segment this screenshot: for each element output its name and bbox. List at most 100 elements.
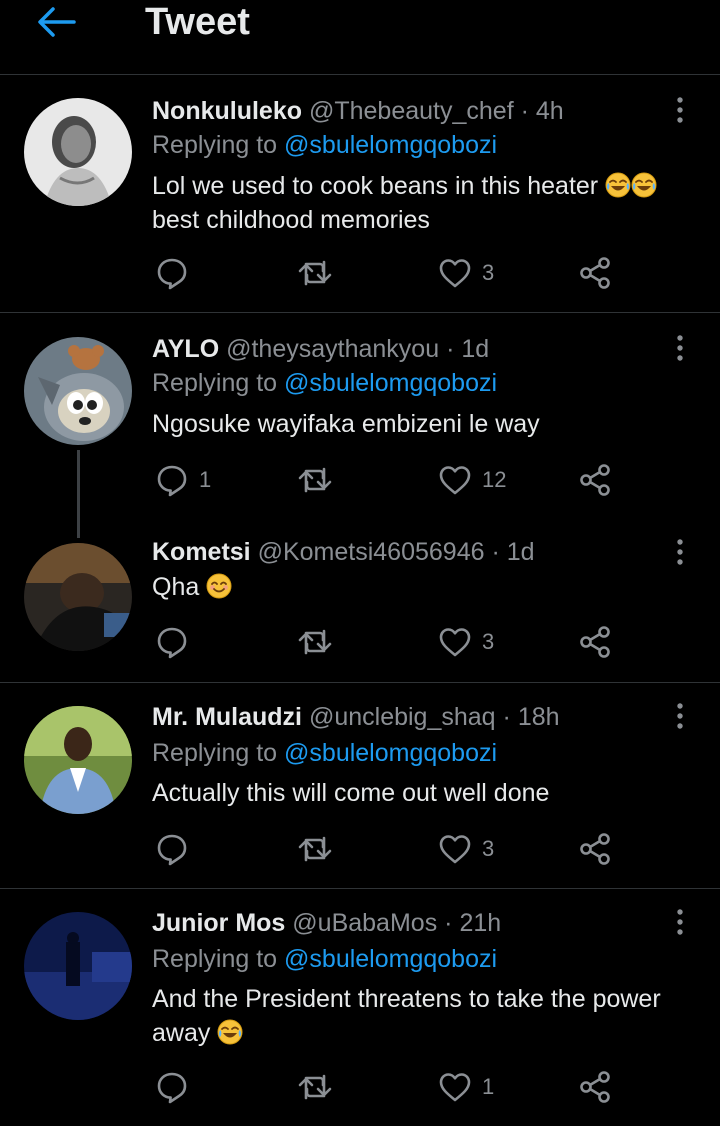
share-button[interactable] bbox=[578, 1067, 612, 1107]
retweet-icon bbox=[297, 832, 333, 866]
replying-to: Replying to @sbulelomgqobozi bbox=[152, 130, 497, 160]
replying-prefix: Replying to bbox=[152, 739, 278, 767]
display-name[interactable]: Nonkululeko bbox=[152, 97, 302, 125]
replying-to: Replying to @sbulelomgqobozi bbox=[152, 368, 497, 398]
tweet-text-line: And the President threatens to take the … bbox=[152, 985, 661, 1013]
timestamp[interactable]: 4h bbox=[536, 97, 564, 125]
reply-bubble-icon bbox=[155, 463, 189, 497]
like-count: 12 bbox=[482, 467, 507, 492]
share-icon bbox=[578, 625, 612, 659]
page-title: Tweet bbox=[145, 1, 250, 43]
user-handle[interactable]: @unclebig_shaq bbox=[309, 703, 496, 731]
reply-bubble-icon bbox=[155, 256, 189, 290]
share-icon bbox=[578, 832, 612, 866]
more-vertical-icon[interactable] bbox=[670, 701, 690, 731]
tweet-text: Ngosuke wayifaka embizeni le way bbox=[152, 407, 692, 441]
retweet-button[interactable] bbox=[297, 829, 343, 869]
like-button[interactable]: 1 bbox=[438, 1067, 494, 1107]
reply-tweet[interactable]: AYLO @theysaythankyou · 1d Replying to @… bbox=[0, 313, 720, 538]
face-with-tears-of-joy-icon bbox=[631, 172, 657, 198]
avatar[interactable] bbox=[24, 337, 132, 445]
like-count: 1 bbox=[482, 1074, 495, 1099]
retweet-button[interactable] bbox=[297, 1067, 343, 1107]
like-button[interactable]: 3 bbox=[438, 829, 494, 869]
replying-prefix: Replying to bbox=[152, 945, 278, 973]
more-vertical-icon[interactable] bbox=[670, 333, 690, 363]
share-button[interactable] bbox=[578, 829, 612, 869]
tweet-text-line: Ngosuke wayifaka embizeni le way bbox=[152, 410, 540, 438]
timestamp[interactable]: 18h bbox=[518, 703, 560, 731]
reply-tweet[interactable]: Junior Mos @uBabaMos · 21h Replying to @… bbox=[0, 889, 720, 1126]
action-bar: 3 bbox=[0, 829, 720, 869]
display-name[interactable]: AYLO bbox=[152, 335, 219, 363]
tweet-text-line: away bbox=[152, 1019, 211, 1047]
like-button[interactable]: 3 bbox=[438, 622, 494, 662]
tweet-header: AYLO @theysaythankyou · 1d bbox=[152, 334, 489, 364]
tweet-text: Qha bbox=[152, 570, 692, 604]
back-arrow-icon[interactable] bbox=[36, 6, 76, 38]
user-handle[interactable]: @uBabaMos bbox=[292, 909, 437, 937]
smiling-face-with-smiling-eyes-icon bbox=[206, 573, 232, 599]
timestamp[interactable]: 21h bbox=[459, 909, 501, 937]
retweet-button[interactable] bbox=[297, 622, 343, 662]
share-button[interactable] bbox=[578, 622, 612, 662]
reply-tweet[interactable]: Nonkululeko @Thebeauty_chef · 4h Replyin… bbox=[0, 75, 720, 313]
reply-button[interactable] bbox=[155, 253, 199, 293]
retweet-button[interactable] bbox=[297, 460, 343, 500]
timestamp[interactable]: 1d bbox=[507, 538, 535, 566]
timestamp[interactable]: 1d bbox=[461, 335, 489, 363]
like-count: 3 bbox=[482, 260, 495, 285]
share-button[interactable] bbox=[578, 460, 612, 500]
avatar[interactable] bbox=[24, 912, 132, 1020]
tweet-text: Lol we used to cook beans in this heater… bbox=[152, 169, 692, 237]
reply-bubble-icon bbox=[155, 1070, 189, 1104]
replying-prefix: Replying to bbox=[152, 131, 278, 159]
reply-tweet[interactable]: Mr. Mulaudzi @unclebig_shaq · 18h Replyi… bbox=[0, 683, 720, 889]
separator-dot: · bbox=[520, 97, 529, 125]
display-name[interactable]: Kometsi bbox=[152, 538, 251, 566]
reply-bubble-icon bbox=[155, 625, 189, 659]
more-vertical-icon[interactable] bbox=[670, 537, 690, 567]
more-vertical-icon[interactable] bbox=[670, 907, 690, 937]
separator-dot: · bbox=[502, 703, 511, 731]
display-name[interactable]: Mr. Mulaudzi bbox=[152, 703, 302, 731]
reply-button[interactable]: 1 bbox=[155, 460, 211, 500]
tweet-header: Junior Mos @uBabaMos · 21h bbox=[152, 908, 501, 938]
more-vertical-icon[interactable] bbox=[670, 95, 690, 125]
share-icon bbox=[578, 256, 612, 290]
like-count: 3 bbox=[482, 629, 495, 654]
reply-button[interactable] bbox=[155, 622, 199, 662]
tweet-text-line: Qha bbox=[152, 573, 200, 601]
avatar[interactable] bbox=[24, 98, 132, 206]
tweet-text: And the President threatens to take the … bbox=[152, 982, 692, 1050]
tweet-text-line: Lol we used to cook beans in this heater bbox=[152, 172, 599, 200]
tweet-text-line: Actually this will come out well done bbox=[152, 779, 550, 807]
like-button[interactable]: 12 bbox=[438, 460, 506, 500]
mention-link[interactable]: @sbulelomgqobozi bbox=[284, 945, 497, 973]
avatar[interactable] bbox=[24, 706, 132, 814]
share-button[interactable] bbox=[578, 253, 612, 293]
replying-to: Replying to @sbulelomgqobozi bbox=[152, 738, 497, 768]
user-handle[interactable]: @Kometsi46056946 bbox=[258, 538, 485, 566]
display-name[interactable]: Junior Mos bbox=[152, 909, 285, 937]
retweet-icon bbox=[297, 463, 333, 497]
heart-icon bbox=[438, 257, 472, 289]
reply-tweet[interactable]: Kometsi @Kometsi46056946 · 1d Qha 3 bbox=[0, 522, 720, 683]
user-handle[interactable]: @Thebeauty_chef bbox=[309, 97, 514, 125]
reply-button[interactable] bbox=[155, 1067, 199, 1107]
mention-link[interactable]: @sbulelomgqobozi bbox=[284, 131, 497, 159]
mention-link[interactable]: @sbulelomgqobozi bbox=[284, 369, 497, 397]
heart-icon bbox=[438, 1071, 472, 1103]
reply-button[interactable] bbox=[155, 829, 199, 869]
retweet-icon bbox=[297, 256, 333, 290]
retweet-button[interactable] bbox=[297, 253, 343, 293]
reply-bubble-icon bbox=[155, 832, 189, 866]
user-handle[interactable]: @theysaythankyou bbox=[226, 335, 439, 363]
tweet-text: Actually this will come out well done bbox=[152, 776, 692, 810]
mention-link[interactable]: @sbulelomgqobozi bbox=[284, 739, 497, 767]
replying-prefix: Replying to bbox=[152, 369, 278, 397]
tweet-header: Mr. Mulaudzi @unclebig_shaq · 18h bbox=[152, 702, 560, 732]
tweet-header: Nonkululeko @Thebeauty_chef · 4h bbox=[152, 96, 564, 126]
like-button[interactable]: 3 bbox=[438, 253, 494, 293]
like-count: 3 bbox=[482, 836, 495, 861]
